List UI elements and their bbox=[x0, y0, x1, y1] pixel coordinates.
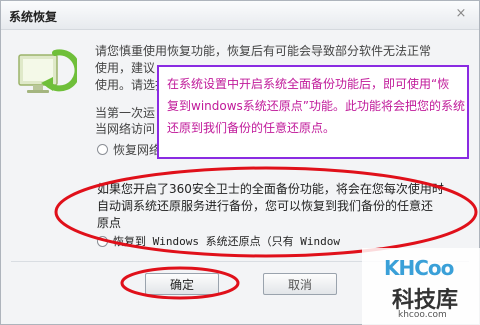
close-icon[interactable]: × bbox=[453, 6, 469, 22]
description-line: 请您慎重使用恢复功能，恢复后有可能会导致部分软件无法正常 bbox=[95, 44, 432, 58]
watermark-brand: KHCoo bbox=[384, 256, 454, 280]
watermark: KHCoo 科技库 khcoo.com bbox=[362, 248, 480, 325]
callout-line: 在系统设置中开启系统全面备份功能后，即可使用“恢 bbox=[167, 77, 450, 91]
section2-line: 如果您开启了360安全卫士的全面备份功能，将会在您每次使用时 bbox=[97, 182, 444, 196]
callout-line: 还原到我们备份的任意还原点。 bbox=[167, 121, 336, 135]
restore-network-option[interactable]: 恢复网络 bbox=[97, 141, 161, 158]
watermark-url: khcoo.com bbox=[398, 310, 447, 320]
restore-windows-point-option[interactable]: 恢复到 Windows 系统还原点（只有 Window bbox=[97, 233, 340, 249]
section2-line: 原点 bbox=[97, 216, 122, 230]
radio-button[interactable] bbox=[97, 235, 108, 247]
callout-line: 复到windows系统还原点”功能。此功能将会把您的系统 bbox=[167, 99, 465, 113]
restore-windows-point-label: 恢复到 Windows 系统还原点（只有 Window bbox=[113, 235, 340, 248]
full-backup-section: 如果您开启了360安全卫士的全面备份功能，将会在您每次使用时 自动调系统还原服务… bbox=[97, 181, 457, 232]
system-restore-icon bbox=[18, 49, 77, 93]
dialog-title: 系统恢复 bbox=[9, 10, 58, 24]
restore-network-label: 恢复网络 bbox=[113, 143, 162, 157]
cancel-button[interactable]: 取消 bbox=[263, 273, 337, 295]
section2-line: 自动调系统还原服务进行备份，您可以恢复到我们备份的任意还 bbox=[97, 199, 434, 213]
ok-button[interactable]: 确定 bbox=[145, 273, 219, 295]
radio-button[interactable] bbox=[97, 144, 108, 155]
title-bar: 系统恢复 × bbox=[1, 1, 479, 30]
info-callout: 在系统设置中开启系统全面备份功能后，即可使用“恢 复到windows系统还原点”… bbox=[157, 65, 469, 159]
